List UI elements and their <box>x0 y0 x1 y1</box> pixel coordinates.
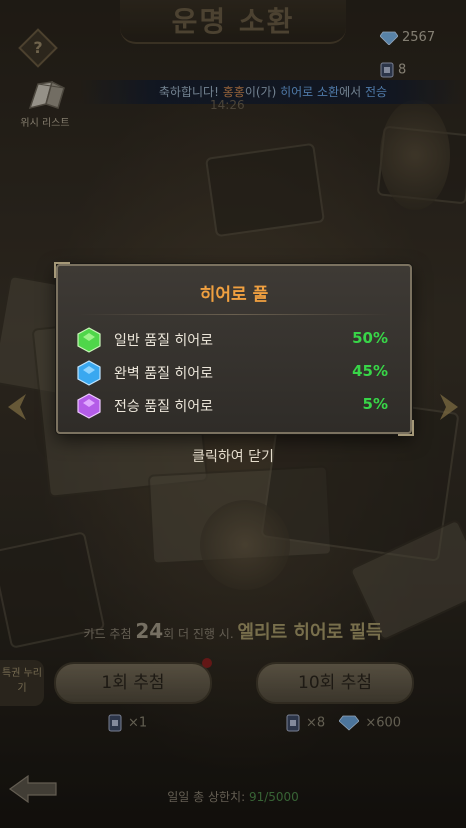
tier-label: 전승 품질 히어로 <box>114 399 214 415</box>
tier-percent: 5% <box>362 395 388 413</box>
green-gem-icon <box>77 327 101 353</box>
close-hint[interactable]: 클릭하여 닫기 <box>0 446 466 466</box>
tier-label: 일반 품질 히어로 <box>114 333 214 349</box>
tier-percent: 45% <box>352 362 388 380</box>
tier-row-normal: 일반 품질 히어로 50% <box>76 326 394 353</box>
hero-pool-popup[interactable]: 히어로 풀 일반 품질 히어로 50% 완벽 품질 히어로 45% 전승 품질 … <box>54 262 414 436</box>
popup-title: 히어로 풀 <box>199 285 269 305</box>
blue-gem-icon <box>77 360 101 386</box>
tier-row-legend: 전승 품질 히어로 5% <box>76 392 394 419</box>
tier-row-perfect: 완벽 품질 히어로 45% <box>76 359 394 386</box>
popup-divider <box>78 314 390 315</box>
purple-gem-icon <box>77 393 101 419</box>
tier-label: 완벽 품질 히어로 <box>114 366 214 382</box>
tier-percent: 50% <box>352 329 388 347</box>
